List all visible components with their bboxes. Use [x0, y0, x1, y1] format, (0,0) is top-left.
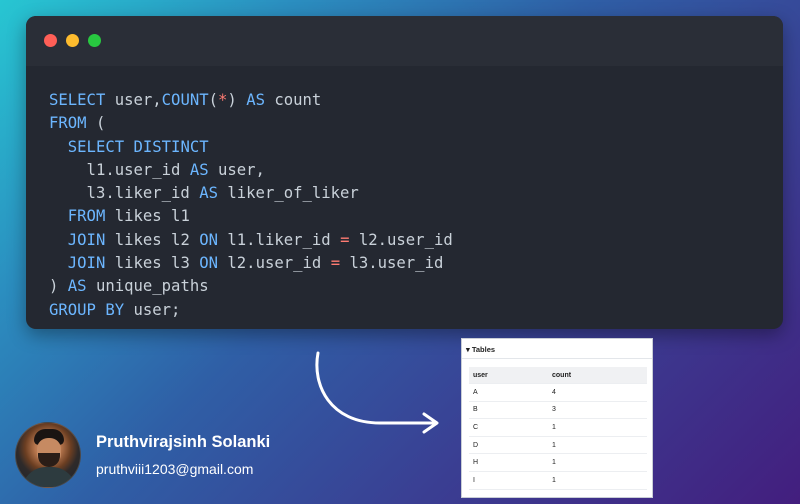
code-line: JOIN likes l2 ON l1.liker_id = l2.user_i… [49, 229, 453, 252]
cell-count: 1 [552, 423, 556, 431]
minimize-dot-icon [66, 34, 79, 47]
close-dot-icon [44, 34, 57, 47]
curved-arrow-right-icon [315, 351, 439, 434]
sql-keyword: AS [246, 91, 265, 109]
sql-text: likes l1 [105, 207, 190, 226]
cell-count: 1 [552, 459, 556, 467]
sql-keyword: FROM [49, 114, 87, 133]
query-results-panel: ▾ Tables user count A4B3C1D1H1I1 [461, 338, 653, 498]
sql-keyword: ON [199, 254, 219, 273]
results-table: user count A4B3C1D1H1I1 [469, 367, 647, 490]
sql-operator: * [218, 91, 228, 109]
sql-keyword: SELECT [49, 91, 115, 109]
code-line: GROUP BY user; [49, 299, 453, 322]
cell-user: I [473, 476, 475, 484]
sql-keyword: AS [189, 160, 209, 179]
sql-text: l3.liker_id [49, 184, 200, 203]
cell-count: 4 [552, 388, 556, 396]
table-row: I1 [469, 472, 647, 490]
sql-keyword: AS [199, 184, 218, 203]
sql-keyword: ON [199, 230, 219, 249]
cell-user: B [473, 406, 478, 414]
table-row: D1 [469, 437, 647, 455]
sql-text: ( [208, 91, 219, 109]
code-line: FROM likes l1 [49, 205, 453, 228]
table-header-row: user count [469, 367, 647, 384]
avatar [15, 422, 81, 488]
sql-text: ( [86, 114, 106, 133]
author-name: Pruthvirajsinh Solanki [96, 433, 271, 451]
cell-count: 1 [552, 441, 556, 449]
sql-text: l3.user_id [340, 254, 444, 273]
table-row: B3 [469, 402, 647, 420]
table-row: H1 [469, 454, 647, 472]
code-line: JOIN likes l3 ON l2.user_id = l3.user_id [49, 252, 453, 275]
sql-text: l1.liker_id [218, 230, 341, 249]
sql-code-block: SELECT user,COUNT(*) AS count FROM ( SELE… [49, 89, 453, 322]
sql-keyword: JOIN [67, 254, 106, 273]
code-line: SELECT user,COUNT(*) AS count [49, 89, 453, 112]
cell-user: C [473, 423, 479, 431]
sql-text: user, [208, 160, 265, 179]
cell-count: 3 [552, 406, 556, 414]
column-header-count: count [552, 371, 572, 379]
sql-keyword: JOIN [67, 230, 106, 249]
window-titlebar [26, 16, 783, 66]
sql-keyword: GROUP BY [49, 300, 125, 319]
sql-keyword: COUNT [161, 91, 209, 109]
sql-text: liker_of_liker [218, 184, 359, 203]
sql-text: unique_paths [86, 277, 209, 296]
code-line: ) AS unique_paths [49, 275, 453, 298]
column-header-user: user [473, 371, 488, 379]
table-row: A4 [469, 384, 647, 402]
maximize-dot-icon [88, 34, 101, 47]
sql-text: ) [227, 91, 247, 109]
table-row: C1 [469, 419, 647, 437]
author-email: pruthviii1203@gmail.com [96, 461, 254, 477]
sql-text: likes l3 [105, 254, 200, 273]
code-line: l3.liker_id AS liker_of_liker [49, 182, 453, 205]
sql-text: ) [49, 277, 68, 296]
cell-user: H [473, 459, 479, 467]
sql-keyword: AS [67, 277, 87, 296]
tables-section-toggle[interactable]: ▾ Tables [462, 339, 652, 359]
cell-user: A [473, 388, 478, 396]
sql-text: user; [124, 300, 181, 319]
sql-keyword: FROM [67, 207, 106, 226]
code-line: FROM ( [49, 112, 453, 135]
sql-text: l2.user_id [349, 230, 453, 249]
cell-user: D [473, 441, 479, 449]
sql-operator: = [330, 254, 341, 273]
code-line: SELECT DISTINCT [49, 136, 453, 159]
code-line: l1.user_id AS user, [49, 159, 453, 182]
cell-count: 1 [552, 476, 556, 484]
sql-text: count [264, 91, 322, 109]
code-window: SELECT user,COUNT(*) AS count FROM ( SELE… [26, 16, 783, 329]
sql-text: likes l2 [105, 230, 200, 249]
sql-keyword: SELECT DISTINCT [67, 137, 209, 156]
sql-text: user, [114, 91, 162, 109]
sql-text: l1.user_id [49, 160, 190, 179]
sql-text: l2.user_id [218, 254, 331, 273]
